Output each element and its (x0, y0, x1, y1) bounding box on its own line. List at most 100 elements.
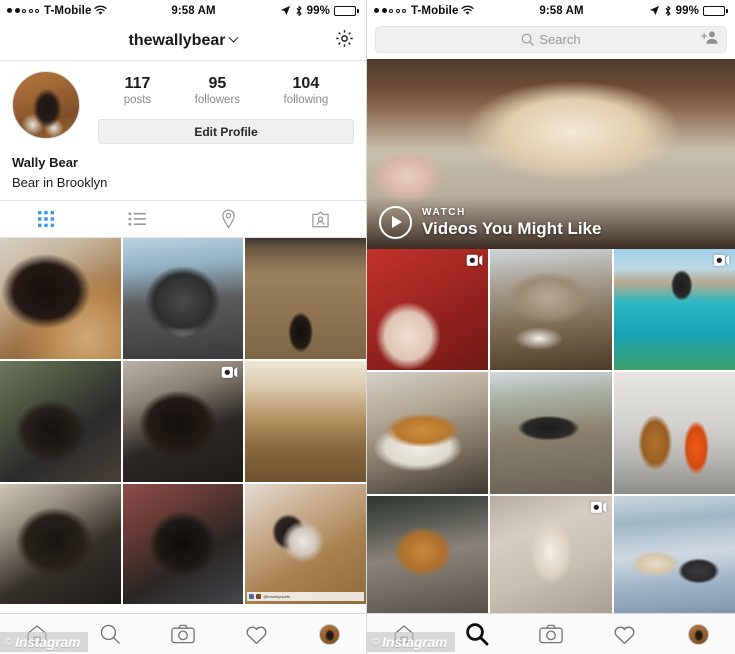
copyright-symbol: © (372, 636, 380, 648)
caption-text: @brooklynpets (263, 594, 291, 600)
signal-strength-icon (374, 8, 406, 13)
battery-percent-label: 99% (675, 4, 699, 17)
add-person-icon[interactable] (701, 30, 718, 50)
carrier-label: T-Mobile (411, 4, 459, 17)
sidebar-item-tagged-view[interactable] (275, 201, 367, 237)
table-row[interactable] (367, 372, 489, 494)
table-row[interactable] (0, 361, 121, 482)
watermark-text: Instagram (382, 634, 448, 650)
chevron-down-icon (229, 32, 239, 43)
bio-label: Bear in Brooklyn (12, 174, 108, 190)
status-bar: T-Mobile 9:58 AM 99% (0, 0, 366, 21)
wifi-icon (461, 5, 475, 15)
grid-icon (37, 211, 54, 228)
right-phone-explore-screen: T-Mobile 9:58 AM 99% Search WATCH Videos… (367, 0, 735, 654)
sidebar-item-map-view[interactable] (183, 201, 275, 237)
avatar[interactable] (12, 71, 80, 139)
table-row[interactable] (367, 495, 489, 618)
search-placeholder: Search (539, 32, 581, 47)
watermark: © Instagram (367, 632, 456, 652)
wifi-icon (94, 5, 108, 15)
search-bar-container: Search (367, 21, 735, 59)
clock-label: 9:58 AM (539, 4, 584, 17)
gear-icon[interactable] (335, 29, 354, 53)
table-row[interactable] (490, 249, 612, 371)
table-row[interactable] (245, 238, 366, 359)
battery-percent-label: 99% (306, 4, 330, 17)
post-caption-overlay: @brooklynpets (247, 592, 364, 602)
posts-label: posts (123, 94, 152, 107)
watch-kicker-label: WATCH (422, 206, 466, 218)
profile-bio: Wally Bear Bear in Brooklyn (12, 144, 354, 192)
search-icon (466, 623, 489, 646)
profile-tab[interactable] (293, 623, 366, 645)
left-phone-profile-screen: T-Mobile 9:58 AM 99% thewallybear 117 po… (0, 0, 367, 654)
watch-banner-overlay: WATCH Videos You Might Like (379, 205, 602, 239)
following-count: 104 (292, 75, 320, 92)
table-row[interactable] (367, 249, 489, 371)
avatar-icon (687, 623, 709, 645)
following-stat[interactable]: 104 following (284, 75, 329, 108)
table-row[interactable] (0, 483, 121, 605)
camera-icon (539, 624, 563, 644)
followers-stat[interactable]: 95 followers (195, 75, 240, 108)
heart-icon (246, 625, 267, 644)
activity-tab[interactable] (588, 624, 662, 645)
status-bar-left: T-Mobile (7, 4, 108, 17)
bluetooth-icon (296, 5, 302, 16)
carrier-label: T-Mobile (44, 4, 92, 17)
dual-phone-screenshot: T-Mobile 9:58 AM 99% thewallybear 117 po… (0, 0, 735, 654)
watermark: © Instagram (0, 632, 89, 652)
play-circle-icon[interactable] (379, 205, 412, 239)
video-icon (466, 254, 483, 267)
edit-profile-button[interactable]: Edit Profile (98, 119, 354, 145)
video-icon (713, 254, 730, 267)
camera-tab[interactable] (146, 624, 219, 644)
full-name-label: Wally Bear (12, 155, 78, 171)
table-row[interactable] (122, 238, 244, 359)
signal-strength-icon (7, 8, 39, 13)
watch-banner[interactable]: WATCH Videos You Might Like (367, 59, 735, 249)
table-row[interactable] (613, 372, 735, 494)
table-row[interactable]: @brooklynpets (245, 483, 366, 605)
tagged-person-icon (312, 211, 329, 228)
table-row[interactable] (613, 249, 735, 371)
search-icon (521, 33, 535, 46)
profile-stats: 117 posts 95 followers 104 following (98, 71, 354, 108)
battery-icon (703, 5, 728, 16)
status-bar-right: 99% (280, 5, 359, 17)
sidebar-item-list-view[interactable] (92, 201, 184, 237)
camera-icon (171, 624, 195, 644)
video-icon (221, 366, 238, 379)
table-row[interactable] (490, 495, 612, 618)
posts-count: 117 (124, 75, 151, 92)
profile-view-tabs (0, 200, 367, 239)
posts-stat[interactable]: 117 posts (124, 75, 152, 108)
status-bar-right: 99% (649, 5, 728, 17)
table-row[interactable] (122, 361, 244, 482)
status-bar: T-Mobile 9:58 AM 99% (367, 0, 735, 21)
avatar-icon (318, 623, 340, 645)
video-icon (590, 501, 607, 514)
sidebar-item-grid-view[interactable] (0, 201, 92, 237)
table-row[interactable] (0, 238, 121, 359)
table-row[interactable] (245, 361, 366, 482)
search-icon (100, 624, 120, 644)
table-row[interactable] (490, 372, 612, 494)
watch-title-label: Videos You Might Like (422, 218, 602, 238)
table-row[interactable] (122, 483, 244, 605)
username-dropdown[interactable]: thewallybear (128, 31, 239, 50)
profile-tab[interactable] (661, 623, 735, 645)
search-input[interactable]: Search (375, 26, 727, 53)
explore-photo-grid (367, 249, 735, 618)
profile-nav-bar: thewallybear (0, 21, 366, 61)
username-label: thewallybear (128, 31, 226, 49)
watermark-text: Instagram (15, 634, 81, 650)
activity-tab[interactable] (220, 624, 293, 645)
bluetooth-icon (665, 5, 671, 16)
battery-icon (334, 5, 359, 16)
camera-tab[interactable] (514, 624, 588, 644)
table-row[interactable] (613, 495, 735, 618)
followers-label: followers (194, 94, 241, 107)
profile-photo-grid: @brooklynpets (0, 238, 366, 605)
